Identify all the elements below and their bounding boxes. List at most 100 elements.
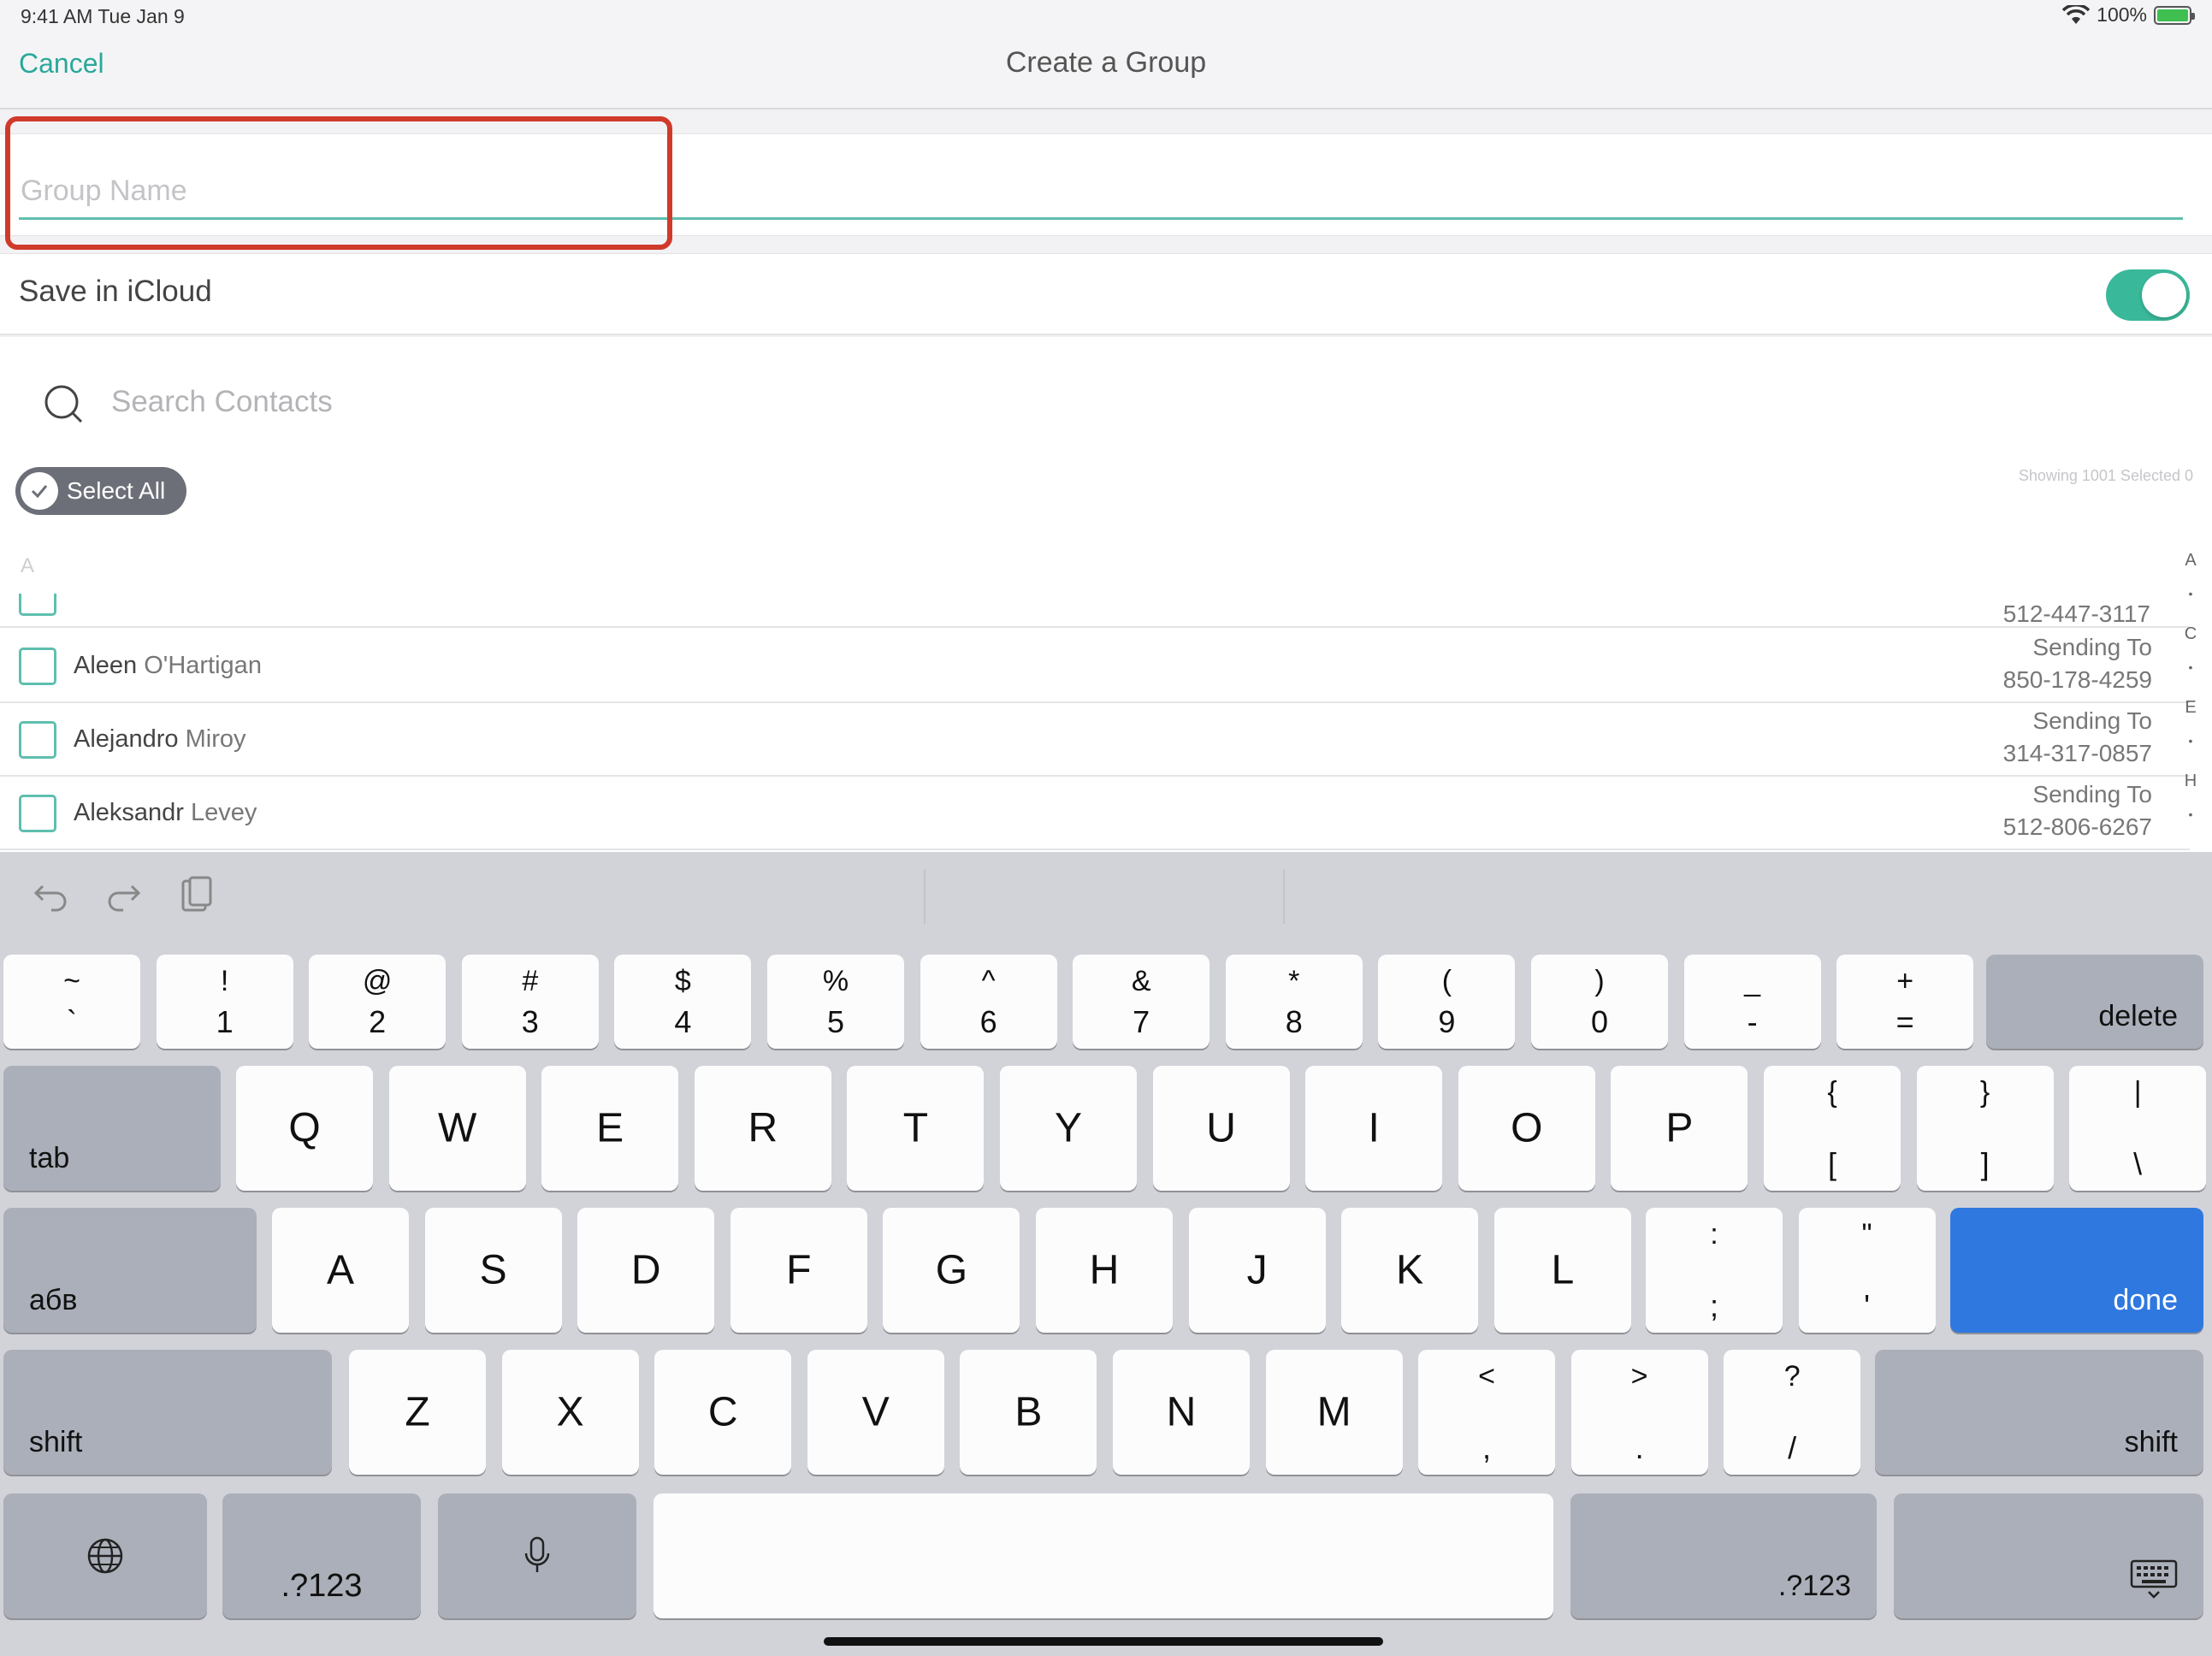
table-row[interactable]: Aleksandr Levey Sending To 512-806-6267 <box>0 777 2190 850</box>
toolbar-separator <box>924 869 926 924</box>
shift-key-right[interactable]: shift <box>1875 1350 2203 1475</box>
key-8[interactable]: * 8 <box>1225 955 1363 1049</box>
key-punct-1[interactable]: " ' <box>1798 1208 1936 1333</box>
numbers-toggle-key-left[interactable]: .?123 <box>222 1493 421 1618</box>
undo-icon[interactable] <box>31 874 72 915</box>
key-bracket-2[interactable]: | \ <box>2069 1066 2207 1191</box>
table-row[interactable]: Aleen O'Hartigan Sending To 850-178-4259 <box>0 630 2190 703</box>
key-10[interactable]: ) 0 <box>1531 955 1668 1049</box>
key-punct-1[interactable]: >. <box>1570 1350 1708 1475</box>
key-11[interactable]: _ - <box>1683 955 1821 1049</box>
redo-icon[interactable] <box>103 874 144 915</box>
search-input[interactable] <box>111 376 881 428</box>
key-7[interactable]: & 7 <box>1073 955 1210 1049</box>
index-letter[interactable]: C <box>2179 624 2202 644</box>
key-2[interactable]: @2 <box>309 955 447 1049</box>
index-letter[interactable]: H <box>2179 772 2202 791</box>
key-5[interactable]: % 5 <box>767 955 904 1049</box>
key-base-char: 2 <box>369 1004 387 1039</box>
key-letter-2[interactable]: C <box>654 1350 792 1475</box>
key-shift-char: } <box>1979 1076 1990 1109</box>
key-letter: D <box>630 1247 661 1293</box>
key-letter-3[interactable]: F <box>730 1208 867 1333</box>
check-icon <box>21 472 58 510</box>
delete-key[interactable]: delete <box>1986 955 2203 1049</box>
key-letter: Q <box>288 1105 321 1151</box>
key-letter-0[interactable]: Z <box>349 1350 486 1475</box>
globe-key[interactable] <box>3 1493 207 1618</box>
wifi-icon <box>2062 4 2091 24</box>
key-shift-char: ~ <box>63 965 80 997</box>
abc-key[interactable]: абв <box>3 1208 257 1333</box>
key-bracket-0[interactable]: {[ <box>1764 1066 1901 1191</box>
group-name-input[interactable] <box>19 165 2183 220</box>
key-1[interactable]: ! 1 <box>156 955 293 1049</box>
key-letter-9[interactable]: P <box>1611 1066 1748 1191</box>
key-shift-char: * <box>1288 965 1300 997</box>
key-letter-5[interactable]: N <box>1113 1350 1250 1475</box>
key-shift-char: $ <box>674 965 691 997</box>
key-letter: U <box>1206 1105 1236 1151</box>
index-letter[interactable]: A <box>2179 551 2202 571</box>
key-letter-0[interactable]: A <box>272 1208 409 1333</box>
numbers-toggle-key-right[interactable]: .?123 <box>1570 1493 1877 1618</box>
key-letter-1[interactable]: S <box>424 1208 562 1333</box>
key-4[interactable]: $4 <box>614 955 752 1049</box>
row-checkbox[interactable] <box>19 795 56 832</box>
key-6[interactable]: ^ 6 <box>920 955 1057 1049</box>
key-bracket-1[interactable]: }] <box>1916 1066 2054 1191</box>
key-letter-1[interactable]: X <box>501 1350 639 1475</box>
key-base-char: ] <box>1980 1146 1990 1181</box>
list-item[interactable]: 512-447-3117 <box>0 594 2190 628</box>
key-base-char: - <box>1747 1004 1758 1039</box>
clipboard-icon[interactable] <box>176 874 217 915</box>
icloud-toggle[interactable] <box>2106 269 2190 321</box>
index-letter[interactable]: E <box>2179 698 2202 718</box>
key-letter-3[interactable]: R <box>694 1066 831 1191</box>
microphone-key[interactable] <box>438 1493 636 1618</box>
row-checkbox[interactable] <box>19 721 56 759</box>
key-9[interactable]: (9 <box>1378 955 1516 1049</box>
shift-key-left[interactable]: shift <box>3 1350 332 1475</box>
row-checkbox[interactable] <box>19 648 56 685</box>
key-punct-2[interactable]: ? / <box>1724 1350 1861 1475</box>
key-letter-6[interactable]: U <box>1152 1066 1290 1191</box>
index-dot[interactable]: • <box>2179 587 2202 600</box>
contact-last-name: Levey <box>191 799 257 826</box>
key-punct-0[interactable]: <, <box>1418 1350 1555 1475</box>
space-key[interactable] <box>654 1493 1553 1618</box>
key-letter: M <box>1316 1389 1351 1435</box>
index-dot[interactable]: • <box>2179 734 2202 748</box>
key-letter-0[interactable]: Q <box>236 1066 373 1191</box>
battery-icon <box>2154 5 2195 25</box>
key-letter-2[interactable]: E <box>541 1066 679 1191</box>
key-letter-6[interactable]: M <box>1265 1350 1403 1475</box>
key-letter-4[interactable]: T <box>847 1066 985 1191</box>
key-letter-5[interactable]: Y <box>1000 1066 1137 1191</box>
select-all-button[interactable]: Select All <box>15 467 186 515</box>
key-punct-0[interactable]: :; <box>1646 1208 1783 1333</box>
key-letter-6[interactable]: J <box>1188 1208 1326 1333</box>
key-letter-5[interactable]: H <box>1036 1208 1173 1333</box>
key-letter-3[interactable]: V <box>807 1350 944 1475</box>
icloud-label: Save in iCloud <box>19 275 212 308</box>
key-letter-8[interactable]: O <box>1458 1066 1595 1191</box>
table-row[interactable]: Alejandro Miroy Sending To 314-317-0857 <box>0 703 2190 777</box>
index-dot[interactable]: • <box>2179 660 2202 674</box>
done-key[interactable]: done <box>1950 1208 2203 1333</box>
key-letter-2[interactable]: D <box>577 1208 715 1333</box>
key-letter-4[interactable]: B <box>960 1350 1097 1475</box>
key-letter-8[interactable]: L <box>1493 1208 1631 1333</box>
key-12[interactable]: + = <box>1836 955 1974 1049</box>
index-dot[interactable]: • <box>2179 807 2202 821</box>
key-0[interactable]: ~ ` <box>3 955 140 1049</box>
key-letter-1[interactable]: W <box>388 1066 526 1191</box>
key-3[interactable]: #3 <box>461 955 599 1049</box>
key-letter-7[interactable]: I <box>1305 1066 1443 1191</box>
key-letter-7[interactable]: K <box>1341 1208 1479 1333</box>
key-letter-4[interactable]: G <box>883 1208 1020 1333</box>
hide-keyboard-key[interactable] <box>1894 1493 2203 1618</box>
tab-key[interactable]: tab <box>3 1066 221 1191</box>
key-shift-char: : <box>1710 1218 1718 1251</box>
row-checkbox[interactable] <box>19 594 56 616</box>
